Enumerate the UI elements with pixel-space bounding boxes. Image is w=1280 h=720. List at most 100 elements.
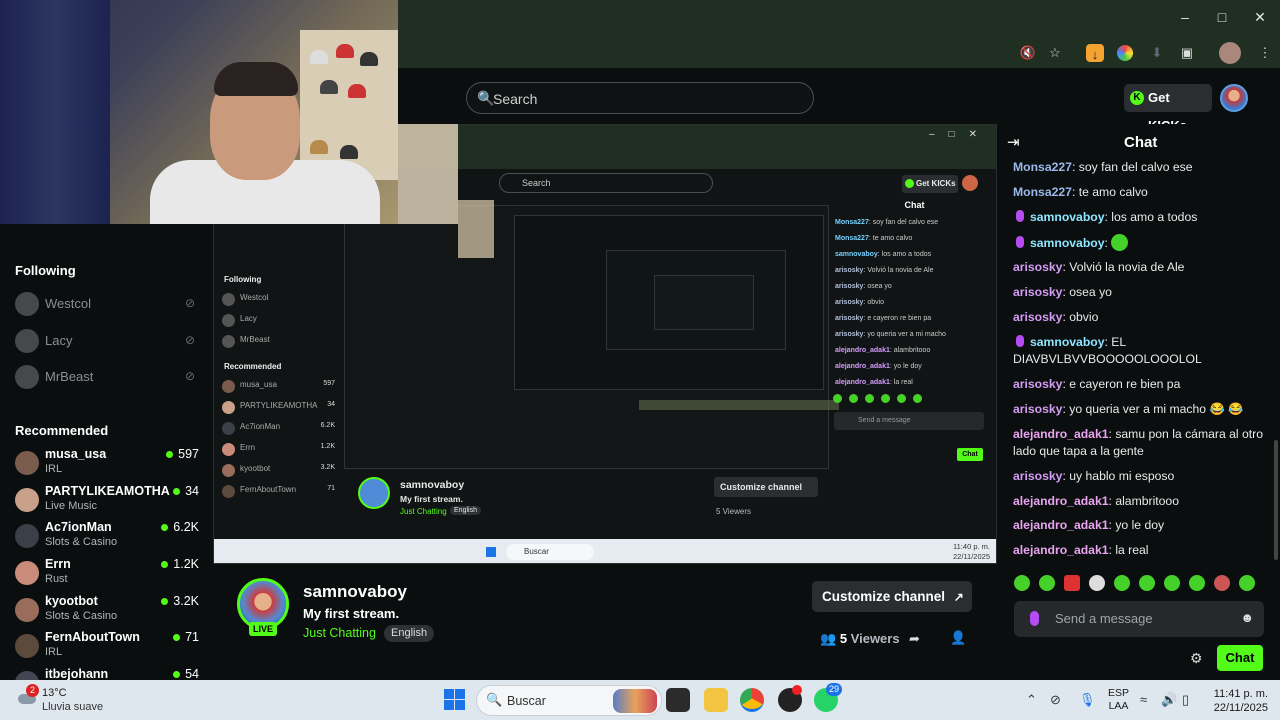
emote-icon [1114,575,1130,591]
obs-icon[interactable] [778,685,802,712]
sidebar-item-westcol[interactable]: Westcol ⊘ [15,290,205,320]
microphone-icon[interactable]: 🎙 [1079,692,1096,708]
chat-message: Monsa227: soy fan del calvo ese [1013,160,1193,174]
avatar [15,524,39,548]
avatar [15,561,39,585]
follow-user-icon[interactable]: 👤 [950,630,966,646]
task-view-icon[interactable] [666,688,690,712]
browser-menu-icon[interactable]: ⋮ [1254,42,1276,64]
whatsapp-icon[interactable]: 29 [814,683,842,712]
chat-message: arisosky: uy hablo mi esposo [1013,469,1175,483]
channel-name: MrBeast [45,369,94,384]
avatar [15,598,39,622]
viewer-count: 54 [173,667,199,680]
extensions-puzzle-icon[interactable]: ▣ [1176,42,1198,64]
sidebar-item-kyootbot[interactable]: kyootbot Slots & Casino 3.2K [15,594,205,630]
chat-settings-gear-icon[interactable]: ⚙ [1190,650,1203,667]
emote-icon [1239,575,1255,591]
channel-name[interactable]: samnovaboy [303,582,407,602]
chat-message: alejandro_adak1: yo le doy [1013,518,1165,532]
emote-icon [1089,575,1105,591]
nested-window-controls: –□✕ [929,129,991,140]
channel-name: FernAboutTown [45,630,140,644]
bookmark-star-icon[interactable]: ☆ [1044,42,1066,64]
viewer-count: 5 [839,631,848,646]
emote-icon [1064,575,1080,591]
user-avatar[interactable] [1220,84,1248,112]
chat-message: arisosky: obvio [1013,310,1099,324]
channel-category: Slots & Casino [45,536,118,548]
taskbar-search[interactable]: 🔍 Buscar [476,685,662,716]
weather-icon[interactable]: 2 [16,684,39,708]
avatar [15,292,39,316]
avatar [15,671,39,680]
chat-send-button[interactable]: Chat [1217,645,1263,671]
users-icon: 👥 [820,631,837,646]
maximize-window-button[interactable]: □ [1207,6,1237,28]
minimize-window-button[interactable]: – [1170,6,1200,28]
input-language[interactable]: ESP LAA [1108,687,1129,713]
channel-category: Rust [45,573,68,585]
weather-temperature: 13°C [42,687,67,699]
chat-message-input[interactable]: Send a message ☻ [1014,601,1264,637]
sidebar-item-mrbeast[interactable]: MrBeast ⊘ [15,363,205,393]
file-explorer-icon[interactable] [704,688,728,712]
stream-category-link[interactable]: Just Chatting [303,626,376,640]
external-link-icon: ↗ [953,590,964,604]
nested-get-kicks: Get KICKs [902,175,958,193]
search-highlight-image [613,689,657,713]
emote-icon [1139,575,1155,591]
show-hidden-icons-chevron-icon[interactable]: ⌃ [1026,692,1037,708]
chat-message: alejandro_adak1: alambritooo [1013,494,1179,508]
chat-message: Monsa227: te amo calvo [1013,185,1148,199]
sidebar-item-ac7ionman[interactable]: Ac7ionMan Slots & Casino 6.2K [15,520,205,556]
quick-emotes-row[interactable] [1014,575,1264,595]
profile-avatar[interactable] [1219,42,1241,64]
network-off-icon[interactable]: ⊘ [1050,692,1061,708]
mute-tab-icon[interactable]: 🔇 [1017,42,1039,64]
weather-badge: 2 [26,684,39,697]
webcam-echo-small [458,200,494,258]
collapse-chat-icon[interactable]: ⇥ [1007,133,1020,151]
kick-coin-icon: K [1130,91,1144,105]
channel-name: Westcol [45,296,91,311]
sidebar-item-itbejohann[interactable]: itbejohann 54 [15,667,205,680]
system-clock[interactable]: 11:41 p. m. 22/11/2025 [1183,687,1268,715]
emote-icon [1164,575,1180,591]
stream-title: My first stream. [303,606,400,621]
chat-message: alejandro_adak1: samu pon la cámara al o… [1013,427,1263,458]
sidebar-item-lacy[interactable]: Lacy ⊘ [15,327,205,357]
get-kicks-button[interactable]: K Get KICKs [1124,84,1212,133]
wifi-icon[interactable]: ≈ [1140,692,1147,707]
sidebar-item-musa-usa[interactable]: musa_usa IRL 597 [15,447,205,483]
extension-icon[interactable] [1117,45,1133,61]
nested-avatar [962,175,978,191]
search-icon: 🔍 [486,692,503,707]
download-icon[interactable]: ↓ [1086,44,1104,62]
chat-scrollbar[interactable] [1274,440,1278,560]
search-input[interactable]: 🔍 Search [466,82,814,114]
sidebar-item-fernabouttown[interactable]: FernAboutTown IRL 71 [15,630,205,666]
viewer-count: 6.2K [161,520,199,534]
emoji-picker-icon[interactable]: ☻ [1240,610,1254,625]
download-arrow-icon[interactable]: ⬇ [1146,42,1168,64]
share-icon[interactable]: ➦ [909,631,920,647]
avatar [15,329,39,353]
customize-channel-button[interactable]: Customize channel ↗ [812,581,972,612]
webcam-echo [398,124,458,224]
sidebar-item-partylikeamotha[interactable]: PARTYLIKEAMOTHA Live Music 34 [15,484,205,520]
avatar [15,488,39,512]
chat-title: Chat [1124,134,1158,151]
sidebar-item-errn[interactable]: Errn Rust 1.2K [15,557,205,593]
webcam-overlay [0,0,398,224]
avatar [15,634,39,658]
live-badge: LIVE [249,622,277,636]
close-window-button[interactable]: ✕ [1245,6,1275,28]
whatsapp-badge: 29 [826,683,842,696]
start-windows-icon[interactable] [444,689,465,710]
language-tag[interactable]: English [384,625,435,642]
search-placeholder: Search [493,91,538,107]
chrome-icon[interactable] [740,688,764,712]
volume-icon[interactable]: 🔊 [1161,692,1177,708]
channel-category: IRL [45,463,63,475]
